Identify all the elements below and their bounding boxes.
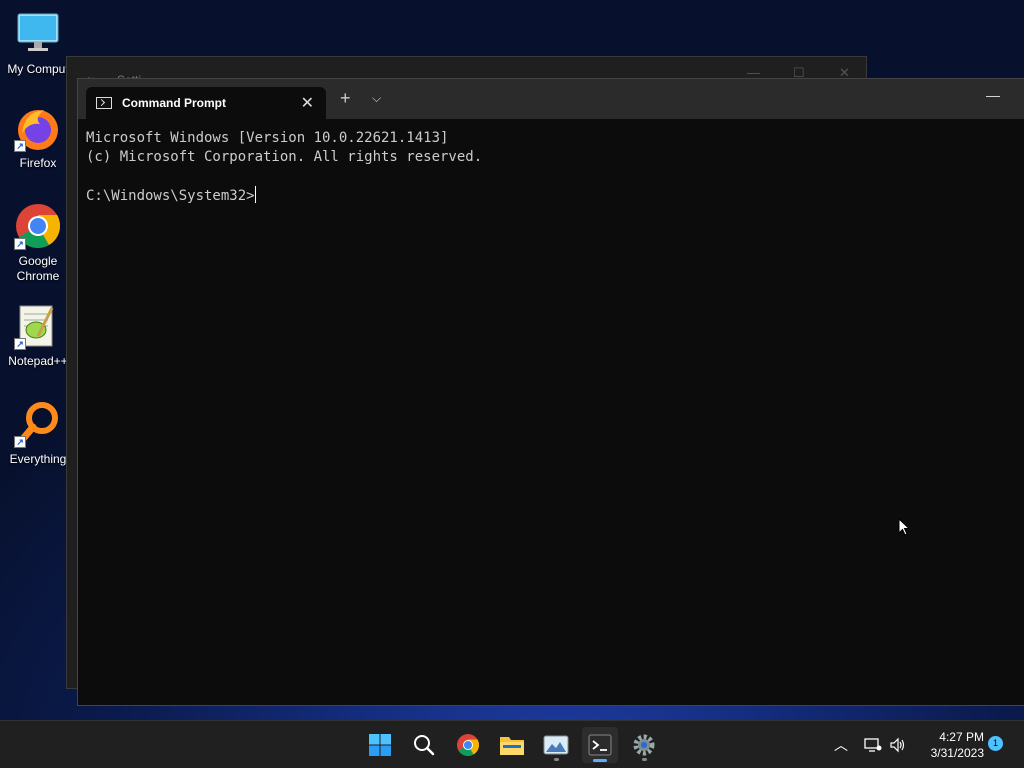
command-prompt-icon [96,97,112,109]
start-icon [369,734,391,756]
taskbar: ︿ 4:27 PM 3/31/2023 [0,720,1024,768]
shortcut-arrow-icon: ↗ [14,436,26,448]
everything-search-icon: ↗ [14,400,62,448]
console-prompt-line[interactable]: C:\Windows\System32> [86,186,1016,206]
desktop-icon-label: Notepad++ [8,354,68,368]
close-tab-icon[interactable]: ✕ [301,93,314,113]
new-tab-button[interactable]: + [340,89,351,107]
search-button[interactable] [406,727,442,763]
running-indicator [554,758,559,761]
system-clock[interactable]: 4:27 PM 3/31/2023 [912,729,984,761]
chrome-icon [457,734,480,756]
shortcut-arrow-icon: ↗ [14,238,26,250]
taskbar-photos-button[interactable] [538,727,574,763]
clock-date: 3/31/2023 [930,746,984,760]
taskbar-settings-button[interactable] [626,727,662,763]
tab-dropdown-button[interactable]: ⌵ [372,91,381,106]
desktop-icon-firefox[interactable]: ↗ Firefox [0,104,76,171]
terminal-icon [588,734,612,756]
desktop-icon-google-chrome[interactable]: ↗ Google Chrome [0,202,76,284]
show-hidden-icons-chevron-icon[interactable]: ︿ [834,721,848,768]
taskbar-chrome-button[interactable] [450,727,486,763]
monitor-icon [14,10,62,58]
search-icon [414,735,435,756]
tab-command-prompt[interactable]: Command Prompt ✕ [86,87,326,119]
console-line: Microsoft Windows [Version 10.0.22621.14… [86,130,449,146]
taskbar-terminal-button[interactable] [582,727,618,763]
console-output[interactable]: Microsoft Windows [Version 10.0.22621.14… [86,129,1016,697]
file-explorer-icon [500,737,524,755]
desktop-icon-label: My Comput [7,62,69,76]
photos-icon [543,735,569,755]
desktop-icon-notepadpp[interactable]: ↗ Notepad++ [0,302,76,369]
shortcut-arrow-icon: ↗ [14,140,26,152]
desktop-icon-everything[interactable]: ↗ Everything [0,400,76,467]
clock-time: 4:27 PM [939,730,984,744]
tab-title: Command Prompt [122,96,227,110]
notepadpp-icon: ↗ [14,302,62,350]
desktop-icon-label: Firefox [19,156,57,170]
desktop-icon-label: Google Chrome [16,254,60,283]
desktop-icon-label: Everything [9,452,67,466]
terminal-tab-bar: Command Prompt ✕ + ⌵ — [78,79,1024,119]
text-caret [254,186,256,203]
running-indicator [642,758,647,761]
volume-icon[interactable] [889,721,907,768]
taskbar-file-explorer-button[interactable] [494,727,530,763]
shortcut-arrow-icon: ↗ [14,338,26,350]
network-icon[interactable] [864,721,882,768]
settings-icon [633,734,655,756]
desktop-icon-my-computer[interactable]: My Comput [0,10,76,77]
firefox-icon: ↗ [14,104,62,152]
chrome-icon: ↗ [14,202,62,250]
terminal-window[interactable]: Command Prompt ✕ + ⌵ — Microsoft Windows… [77,78,1024,706]
minimize-button[interactable]: — [986,87,1000,103]
active-indicator [593,759,607,762]
console-line: (c) Microsoft Corporation. All rights re… [86,149,483,165]
notification-badge[interactable]: 1 [988,736,1003,751]
mouse-pointer-icon [898,518,910,536]
console-prompt: C:\Windows\System32> [86,188,255,204]
start-button[interactable] [362,727,398,763]
